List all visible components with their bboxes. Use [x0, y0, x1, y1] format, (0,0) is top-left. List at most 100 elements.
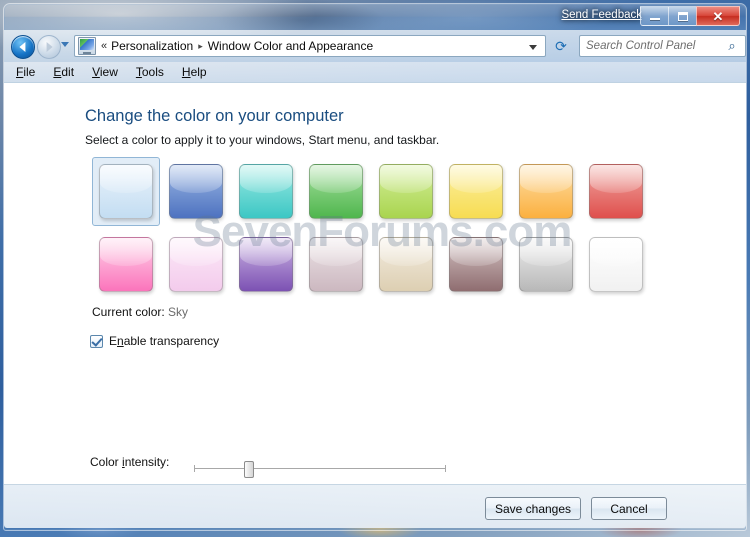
- color-swatch-grid: [92, 157, 652, 305]
- color-swatch-taupe[interactable]: [302, 232, 372, 305]
- swatch-chip[interactable]: [449, 237, 503, 292]
- color-swatch-desert[interactable]: [372, 232, 442, 305]
- swatch-gloss-overlay: [590, 238, 642, 266]
- search-input[interactable]: Search Control Panel: [580, 40, 723, 52]
- save-changes-button[interactable]: Save changes: [485, 497, 581, 520]
- content-pane: Change the color on your computer Select…: [4, 83, 746, 484]
- color-swatch-sun[interactable]: [442, 159, 512, 232]
- transparency-suffix: able transparency: [123, 334, 220, 348]
- swatch-chip[interactable]: [449, 164, 503, 219]
- swatch-gloss-overlay: [310, 165, 362, 193]
- enable-transparency-checkbox[interactable]: [90, 334, 103, 348]
- color-intensity-label: Color intensity:: [90, 455, 169, 469]
- menu-edit-rest: dit: [61, 65, 75, 79]
- current-color-row: Current color: Sky: [92, 305, 188, 319]
- menu-view-rest: iew: [99, 65, 118, 79]
- footer-bar: Save changes Cancel: [4, 484, 746, 528]
- minimize-button[interactable]: [640, 6, 668, 26]
- menu-view-accel: V: [92, 65, 100, 79]
- transparency-prefix: E: [109, 334, 118, 348]
- enable-transparency-row[interactable]: Enable transparency: [90, 334, 219, 348]
- maximize-icon: [677, 11, 688, 21]
- breadcrumb-window-color-and-appearance[interactable]: Window Color and Appearance: [208, 39, 373, 53]
- menu-item-edit[interactable]: Edit: [53, 65, 74, 79]
- swatch-chip[interactable]: [99, 237, 153, 292]
- swatch-chip[interactable]: [99, 164, 153, 219]
- current-color-label: Current color:: [92, 305, 165, 319]
- slider-thumb[interactable]: [244, 461, 255, 478]
- swatch-gloss-overlay: [380, 238, 432, 266]
- breadcrumb-separator-icon: ▸: [198, 40, 203, 51]
- swatch-chip[interactable]: [589, 164, 643, 219]
- swatch-chip[interactable]: [239, 164, 293, 219]
- current-color-value: Sky: [168, 305, 189, 319]
- color-swatch-alpine[interactable]: [582, 232, 652, 305]
- swatch-chip[interactable]: [169, 237, 223, 292]
- swatch-chip[interactable]: [309, 237, 363, 292]
- send-feedback-link[interactable]: Send Feedback: [561, 9, 642, 21]
- page-title: Change the color on your computer: [85, 107, 344, 125]
- color-swatch-leaf[interactable]: [302, 159, 372, 232]
- menu-file-rest: ile: [23, 65, 36, 79]
- color-swatch-slate[interactable]: [442, 232, 512, 305]
- page-subtitle: Select a color to apply it to your windo…: [85, 133, 440, 147]
- menu-item-view[interactable]: View: [92, 65, 118, 79]
- color-swatch-ruby[interactable]: [582, 159, 652, 232]
- swatch-gloss-overlay: [240, 238, 292, 266]
- search-box[interactable]: Search Control Panel ⌕: [579, 35, 746, 57]
- swatch-gloss-overlay: [170, 165, 222, 193]
- menu-bar: File Edit View Tools Help: [4, 62, 746, 83]
- menu-item-file[interactable]: File: [16, 65, 35, 79]
- address-bar[interactable]: « Personalization ▸ Window Color and App…: [74, 35, 546, 57]
- caption-button-group: ✕: [640, 6, 740, 26]
- color-swatch-pink[interactable]: [92, 232, 162, 305]
- refresh-button[interactable]: ⟳: [550, 35, 572, 57]
- menu-item-tools[interactable]: Tools: [136, 65, 164, 79]
- color-swatch-sky[interactable]: [92, 157, 162, 232]
- close-button[interactable]: ✕: [696, 6, 740, 26]
- intensity-suffix: ntensity:: [124, 455, 170, 469]
- color-swatch-blue[interactable]: [232, 232, 302, 305]
- swatch-gloss-overlay: [310, 238, 362, 266]
- swatch-gloss-overlay: [100, 165, 152, 193]
- color-swatch-lime[interactable]: [372, 159, 442, 232]
- color-swatch-frost[interactable]: [512, 232, 582, 305]
- swatch-chip[interactable]: [169, 164, 223, 219]
- color-swatch-pumpkin[interactable]: [512, 159, 582, 232]
- arrow-right-icon: [46, 42, 53, 52]
- color-swatch-twilight[interactable]: [162, 159, 232, 232]
- intensity-prefix: Color: [90, 455, 123, 469]
- swatch-gloss-overlay: [520, 165, 572, 193]
- swatch-chip[interactable]: [309, 164, 363, 219]
- swatch-chip[interactable]: [239, 237, 293, 292]
- title-bar[interactable]: Send Feedback ✕: [4, 4, 746, 30]
- swatch-chip[interactable]: [589, 237, 643, 292]
- swatch-chip[interactable]: [379, 237, 433, 292]
- menu-tools-rest: ools: [141, 65, 164, 79]
- swatch-gloss-overlay: [380, 165, 432, 193]
- menu-item-help[interactable]: Help: [182, 65, 207, 79]
- swatch-gloss-overlay: [590, 165, 642, 193]
- swatch-chip[interactable]: [379, 164, 433, 219]
- cancel-button[interactable]: Cancel: [591, 497, 667, 520]
- maximize-button[interactable]: [668, 6, 696, 26]
- slider-track[interactable]: [194, 465, 446, 472]
- swatch-gloss-overlay: [450, 238, 502, 266]
- enable-transparency-label: Enable transparency: [109, 334, 219, 348]
- swatch-chip[interactable]: [519, 237, 573, 292]
- control-panel-window: Send Feedback ✕ « Personalization ▸ Wind…: [0, 0, 750, 537]
- color-swatch-violet[interactable]: [162, 232, 232, 305]
- menu-help-accel: H: [181, 65, 191, 79]
- color-intensity-slider[interactable]: [194, 461, 446, 478]
- breadcrumb-overflow-icon[interactable]: «: [101, 40, 107, 52]
- breadcrumb-personalization[interactable]: Personalization: [111, 39, 193, 53]
- forward-button[interactable]: [37, 35, 61, 59]
- address-chevron-down-icon[interactable]: [529, 45, 537, 50]
- transparency-accel: n: [117, 334, 124, 348]
- swatch-chip[interactable]: [519, 164, 573, 219]
- navigation-bar: « Personalization ▸ Window Color and App…: [4, 30, 746, 62]
- arrow-left-icon: [19, 42, 26, 52]
- recent-pages-chevron-down-icon[interactable]: [61, 42, 69, 47]
- color-swatch-sea[interactable]: [232, 159, 302, 232]
- back-button[interactable]: [11, 35, 35, 59]
